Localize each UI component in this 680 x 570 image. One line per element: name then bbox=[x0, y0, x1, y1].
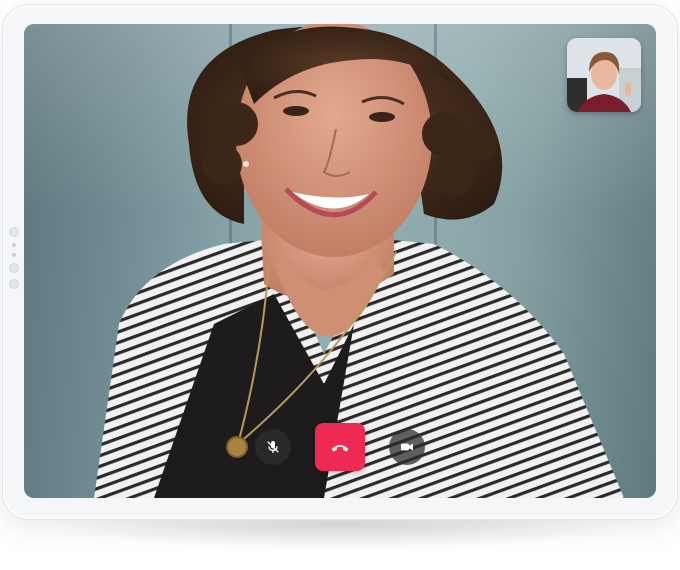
device-side-buttons bbox=[9, 227, 19, 295]
video-toggle-button[interactable] bbox=[389, 429, 425, 465]
self-view-video bbox=[567, 38, 641, 112]
device-sensor bbox=[12, 243, 16, 247]
microphone-muted-icon bbox=[267, 441, 279, 453]
video-call-screen bbox=[24, 24, 656, 498]
call-controls bbox=[24, 422, 656, 472]
mute-button[interactable] bbox=[255, 429, 291, 465]
end-call-button[interactable] bbox=[315, 423, 365, 471]
device-button bbox=[9, 279, 19, 289]
video-camera-icon bbox=[401, 443, 413, 451]
phone-hangup-icon bbox=[331, 445, 349, 452]
device-button bbox=[9, 263, 19, 273]
device-button bbox=[9, 227, 19, 237]
self-view-thumbnail[interactable] bbox=[567, 38, 641, 112]
showcase-stage bbox=[0, 0, 680, 570]
device-sensor bbox=[12, 253, 16, 257]
